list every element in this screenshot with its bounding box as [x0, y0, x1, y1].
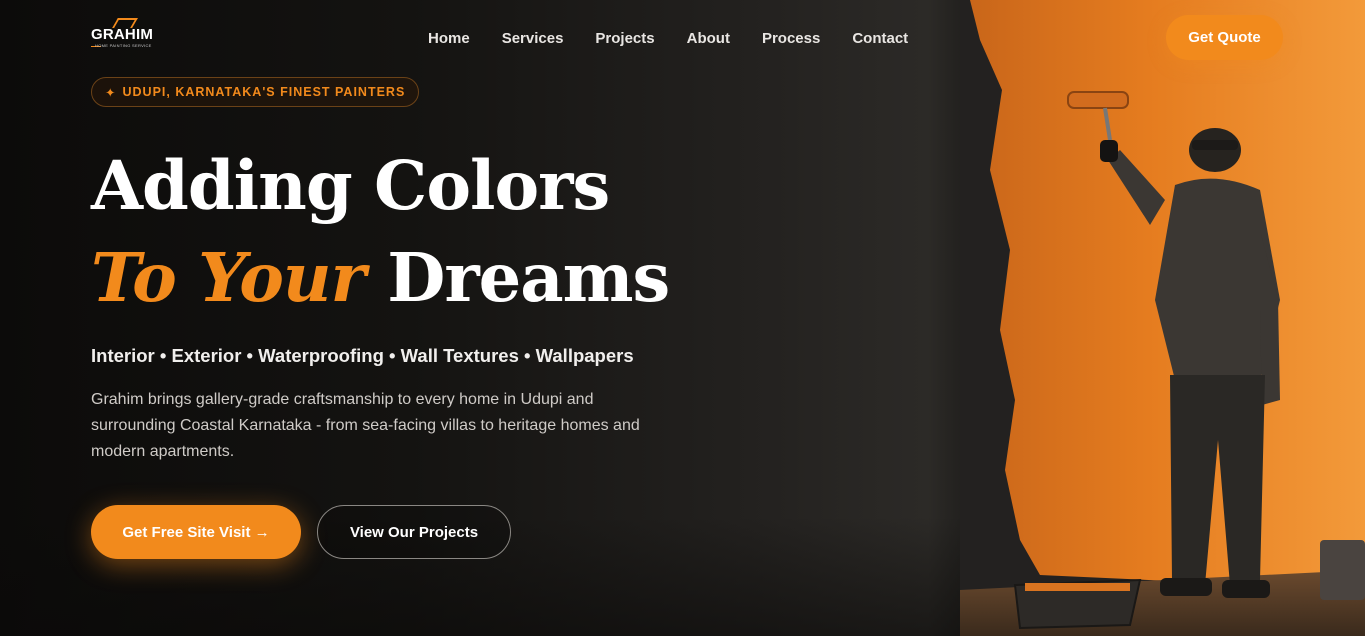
nav-item-contact[interactable]: Contact	[852, 30, 908, 48]
sparkle-icon: ✦	[105, 85, 117, 100]
view-projects-button[interactable]: View Our Projects	[317, 505, 511, 559]
brand-name: GRAHIM	[91, 26, 154, 43]
nav-item-services[interactable]: Services	[502, 30, 564, 48]
main-navigation: Home Services Projects About Process Con…	[428, 30, 940, 48]
nav-item-projects[interactable]: Projects	[595, 30, 654, 48]
hero-title-accent: To Your	[91, 238, 366, 317]
nav-item-about[interactable]: About	[687, 30, 730, 48]
location-badge: ✦ UDUPI, KARNATAKA'S FINEST PAINTERS	[91, 77, 420, 107]
hero-title-line2: Dreams	[364, 238, 670, 317]
badge-text: UDUPI, KARNATAKA'S FINEST PAINTERS	[122, 85, 406, 99]
painter-hero-image	[960, 0, 1365, 636]
free-site-visit-button[interactable]: Get Free Site Visit →	[91, 505, 301, 559]
hero-description: Grahim brings gallery-grade craftsmanshi…	[91, 391, 640, 460]
brand-logo[interactable]: GRAHIM HOME PAINTING SERVICE	[91, 18, 154, 51]
paint-roller	[1067, 91, 1129, 109]
nav-item-home[interactable]: Home	[428, 30, 470, 48]
brand-tagline: HOME PAINTING SERVICE	[95, 43, 152, 48]
get-quote-button[interactable]: Get Quote	[1166, 15, 1283, 60]
services-list: Interior • Exterior • Waterproofing • Wa…	[91, 345, 634, 366]
hero-title-line1: Adding Colors	[91, 146, 610, 225]
nav-item-process[interactable]: Process	[762, 30, 820, 48]
hero-title: Adding Colors To Your Dreams	[91, 140, 670, 324]
paint-bucket	[1320, 540, 1365, 600]
